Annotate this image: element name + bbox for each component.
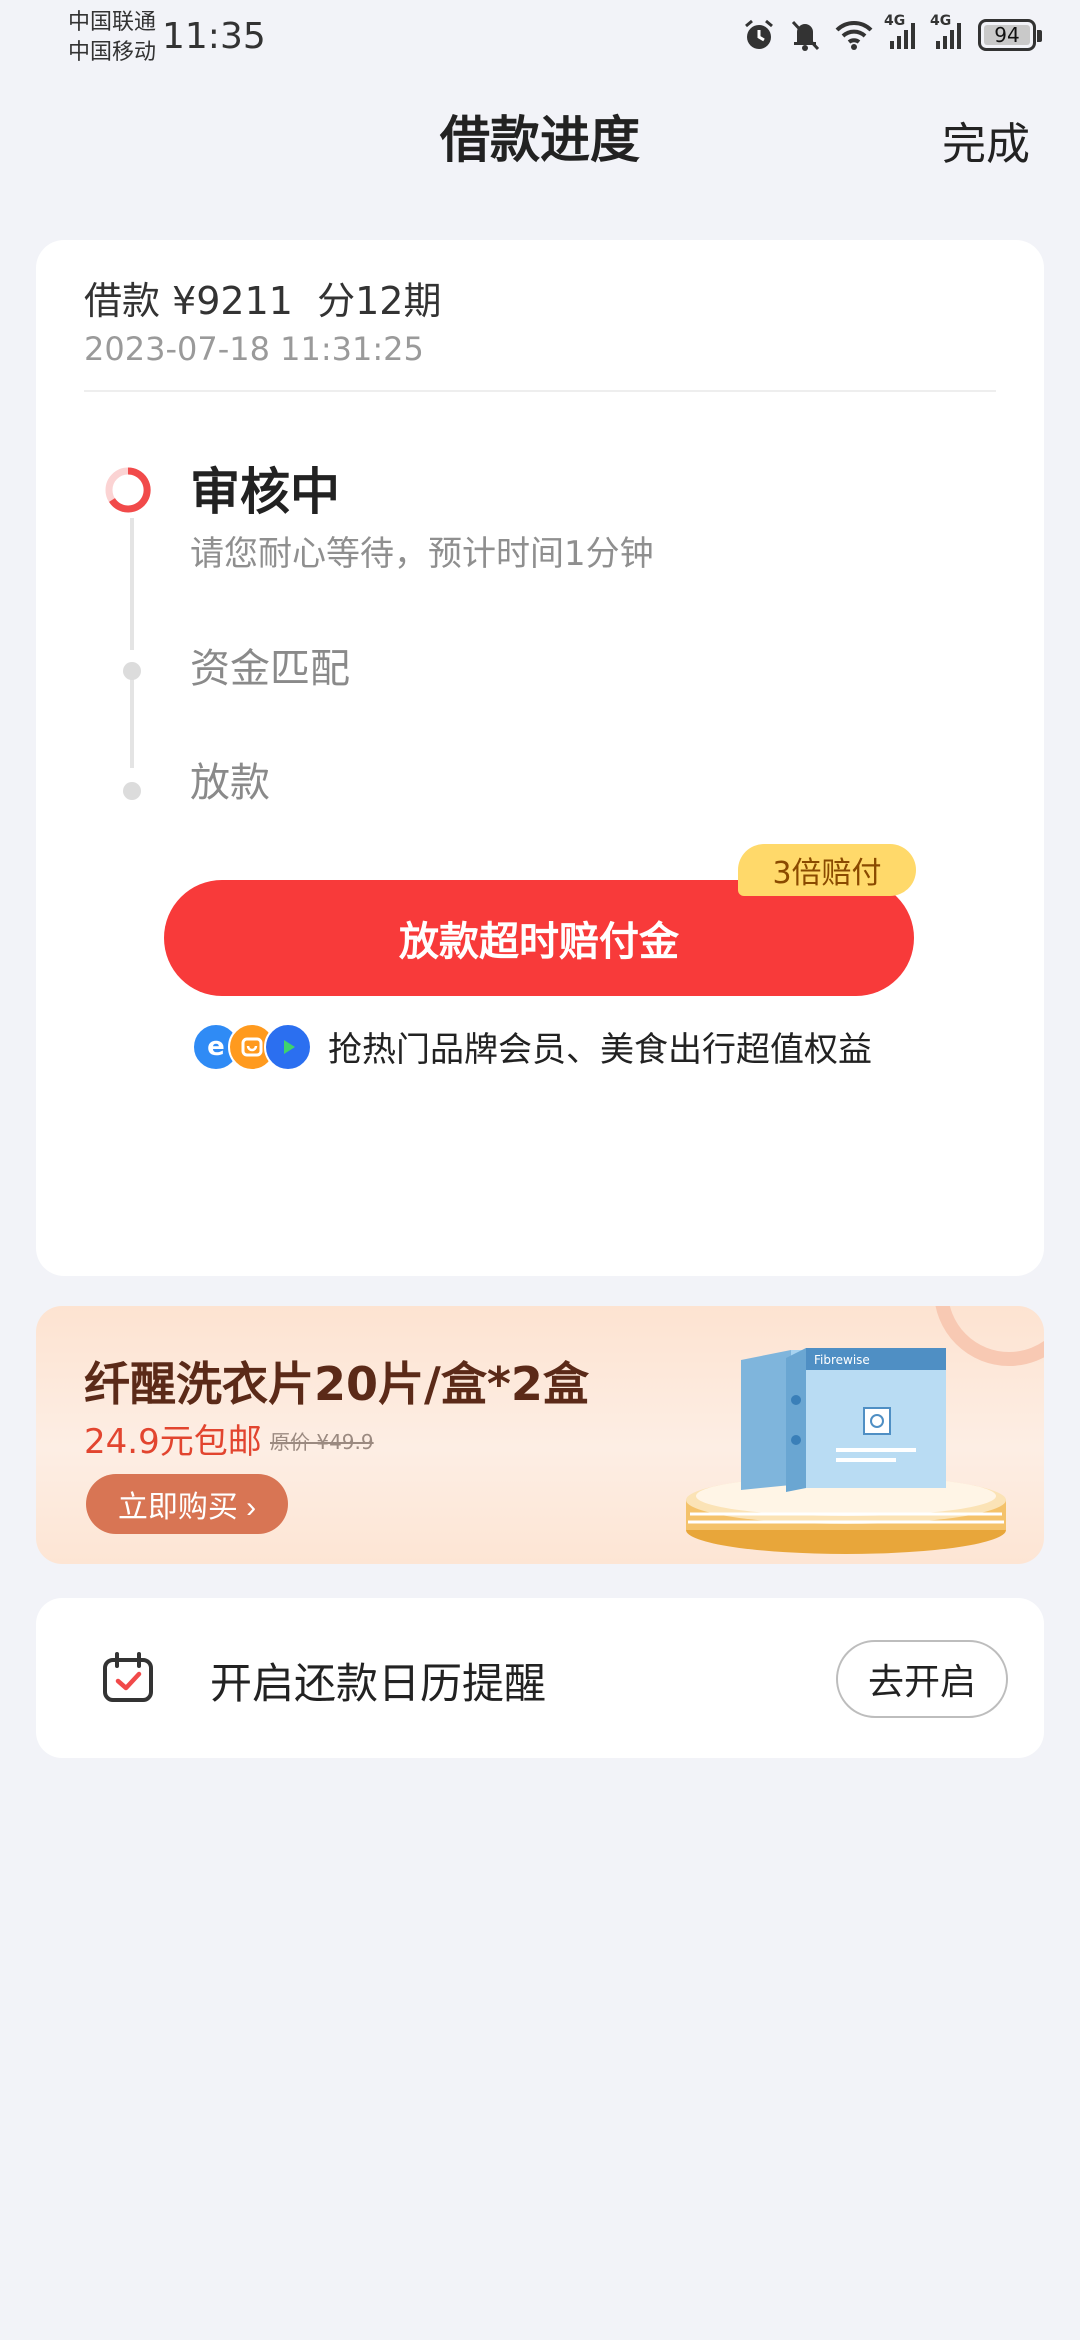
compensation-badge: 3倍赔付: [738, 844, 916, 896]
divider: [84, 390, 996, 392]
step-dot: [123, 782, 141, 800]
carrier-info: 中国联通 中国移动: [68, 8, 156, 68]
step-active-subtitle: 请您耐心等待，预计时间1分钟: [190, 534, 654, 574]
page-title: 借款进度: [440, 111, 640, 169]
promo-title: 纤醒洗衣片20片/盒*2盒: [84, 1357, 589, 1411]
loan-timestamp: 2023-07-18 11:31:25: [84, 330, 424, 368]
done-button[interactable]: 完成: [942, 108, 1030, 172]
promo-original-price: 原价 ¥49.9: [270, 1430, 374, 1454]
promo-banner[interactable]: 纤醒洗衣片20片/盒*2盒 24.9元包邮 原价 ¥49.9 立即购买 › Fi…: [36, 1306, 1044, 1564]
mute-icon: [791, 20, 820, 51]
buy-now-button[interactable]: 立即购买 ›: [86, 1474, 288, 1534]
wifi-icon: [835, 20, 873, 50]
perks-link[interactable]: e 抢热门品牌会员、美食出行超值权益: [192, 1022, 872, 1071]
battery-icon: 94: [978, 19, 1042, 51]
in-progress-icon: [105, 467, 151, 513]
carrier-1: 中国联通: [68, 10, 157, 35]
carrier-2: 中国移动: [68, 40, 157, 65]
loan-summary: 借款 ¥9211 分12期: [84, 279, 442, 323]
repayment-reminder-card: 开启还款日历提醒 去开启: [36, 1598, 1044, 1758]
perk-icons: e: [192, 1022, 314, 1071]
promo-price: 24.9元包邮: [84, 1422, 262, 1462]
status-bar: 中国联通 中国移动 11:35 4G 4G 94: [0, 0, 1080, 72]
step-fund-matching: 资金匹配: [190, 646, 350, 692]
signal-2: 4G: [930, 13, 966, 51]
timeline-line: [130, 518, 134, 650]
alarm-icon: [745, 19, 773, 49]
network-type-1: 4G: [884, 13, 906, 29]
status-time: 11:35: [162, 16, 266, 57]
step-active-title: 审核中: [190, 463, 340, 521]
status-icons: 4G 4G 94: [742, 13, 1042, 52]
perks-text: 抢热门品牌会员、美食出行超值权益: [328, 1030, 872, 1070]
reminder-text: 开启还款日历提醒: [210, 1659, 547, 1708]
product-image: Fibrewise: [686, 1348, 1006, 1554]
enable-reminder-button[interactable]: 去开启: [836, 1640, 1008, 1718]
compensation-button[interactable]: 放款超时赔付金: [164, 880, 914, 996]
network-type-2: 4G: [930, 13, 952, 29]
loan-progress-card: 借款 ¥9211 分12期 2023-07-18 11:31:25 审核中 请您…: [36, 240, 1044, 1276]
signal-1: 4G: [884, 13, 920, 51]
step-disbursement: 放款: [190, 760, 270, 806]
product-brand: Fibrewise: [814, 1353, 870, 1367]
play-app-icon: [264, 1022, 312, 1071]
step-dot: [123, 662, 141, 680]
timeline-line: [130, 672, 134, 768]
calendar-icon: [103, 1652, 153, 1702]
battery-level: 94: [994, 23, 1020, 47]
